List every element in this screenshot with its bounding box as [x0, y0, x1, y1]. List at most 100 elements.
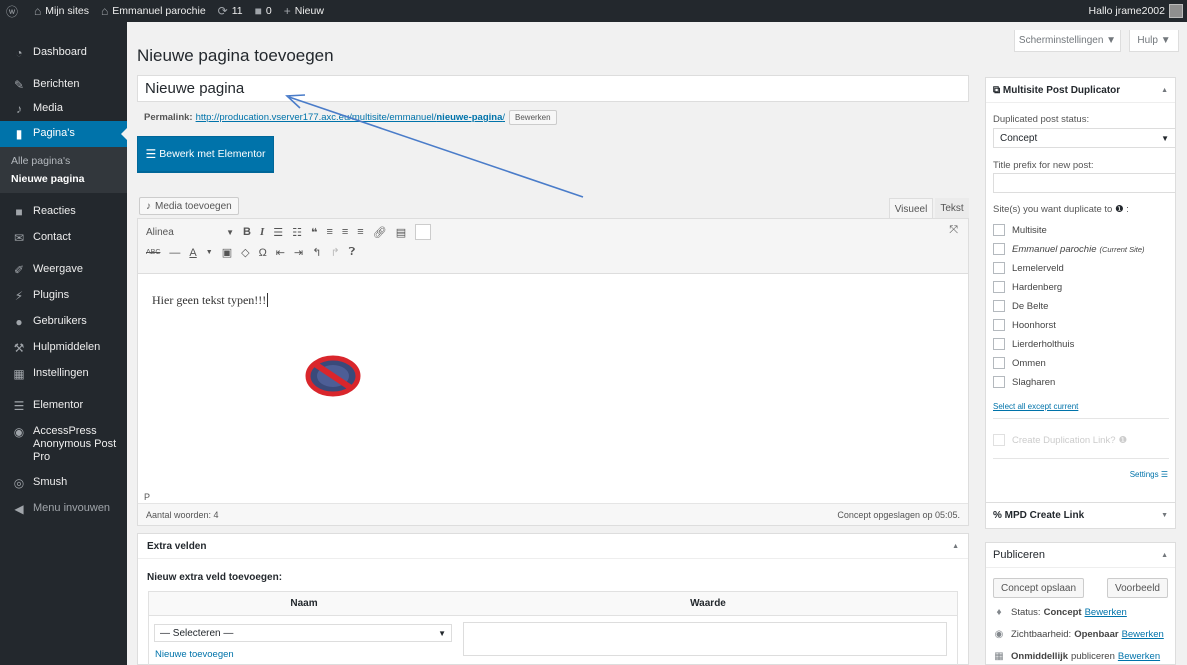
comments-button[interactable]: ■ 0 — [249, 0, 278, 22]
menu-item-tools[interactable]: ⚒ Hulpmiddelen — [0, 341, 127, 355]
collapse-arrow-icon[interactable]: ▲ — [1161, 87, 1168, 94]
align-left-icon[interactable]: ≡ — [326, 226, 332, 238]
site-checkbox-row[interactable]: Lierderholthuis — [993, 338, 1074, 350]
new-content-button[interactable]: + Nieuw — [278, 0, 330, 22]
screen-options-button[interactable]: Scherminstellingen ▼ — [1014, 30, 1121, 52]
my-account-button[interactable]: Hallo jrame2002 — [1089, 4, 1187, 18]
add-media-button[interactable]: ♪ Media toevoegen — [139, 197, 239, 215]
tab-text[interactable]: Tekst — [935, 198, 969, 219]
expand-arrow-icon[interactable]: ▼ — [1161, 512, 1168, 519]
menu-item-smush[interactable]: ◎ Smush — [0, 476, 127, 490]
site-checkbox[interactable] — [993, 338, 1005, 350]
post-status-select[interactable]: Concept ▼ — [993, 128, 1176, 148]
read-more-icon[interactable]: ▤ — [396, 226, 406, 239]
clear-format-icon[interactable]: ◇ — [241, 246, 249, 259]
create-link-checkbox[interactable] — [993, 434, 1005, 446]
indent-icon[interactable]: ⇥ — [294, 246, 303, 259]
site-checkbox-row[interactable]: Emmanuel parochie (Current Site) — [993, 243, 1145, 255]
field-name-select[interactable]: — Selecteren — ▼ — [154, 624, 452, 642]
content-area[interactable]: Hier geen tekst typen!!! — [138, 275, 968, 489]
menu-item-settings[interactable]: ▦ Instellingen — [0, 367, 127, 381]
add-new-field-link[interactable]: Nieuwe toevoegen — [155, 649, 234, 660]
outdent-icon[interactable]: ⇤ — [276, 246, 285, 259]
permalink-link[interactable]: http://producation.vserver177.axc.eu/mul… — [196, 112, 505, 123]
menu-item-accesspress[interactable]: ◉ AccessPress Anonymous Post Pro — [0, 425, 127, 464]
menu-item-elementor[interactable]: ☰ Elementor — [0, 399, 127, 413]
dropdown-arrow-icon[interactable]: ▼ — [206, 249, 213, 256]
link-icon[interactable]: 🔗︎ — [373, 226, 387, 239]
extra-fields-header[interactable]: Extra velden ▲ — [138, 534, 968, 559]
site-checkbox-row[interactable]: Slagharen — [993, 376, 1055, 388]
horizontal-line-icon[interactable]: — — [169, 247, 180, 259]
schedule-edit-link[interactable]: Bewerken — [1118, 651, 1160, 662]
mpd-settings-link[interactable]: Settings ☰ — [1130, 470, 1168, 479]
save-draft-button[interactable]: Concept opslaan — [993, 578, 1085, 598]
status-edit-link[interactable]: Bewerken — [1085, 607, 1127, 618]
color-swatch[interactable] — [415, 224, 432, 240]
site-checkbox-row[interactable]: Lemelerveld — [993, 262, 1064, 274]
site-checkbox[interactable] — [993, 281, 1005, 293]
updates-button[interactable]: ⟳ 11 — [212, 0, 249, 22]
special-char-icon[interactable]: Ω — [259, 247, 267, 259]
site-checkbox[interactable] — [993, 300, 1005, 312]
paste-text-icon[interactable]: ▣ — [222, 246, 232, 259]
submenu-new-page[interactable]: Nieuwe pagina — [0, 170, 127, 188]
visibility-edit-link[interactable]: Bewerken — [1122, 629, 1164, 640]
collapse-arrow-icon[interactable]: ▲ — [1161, 552, 1168, 559]
menu-collapse-button[interactable]: ◀ Menu invouwen — [0, 502, 127, 516]
bullet-list-icon[interactable]: ☰ — [273, 226, 283, 239]
menu-item-pages[interactable]: ▮ Pagina's — [0, 121, 127, 147]
permalink-edit-button[interactable]: Bewerken — [509, 110, 557, 125]
site-checkbox[interactable] — [993, 243, 1005, 255]
site-name-button[interactable]: ⌂ Emmanuel parochie — [95, 0, 212, 22]
menu-item-dashboard[interactable]: ◔ Dashboard — [0, 46, 127, 60]
align-right-icon[interactable]: ≡ — [357, 226, 363, 238]
site-checkbox[interactable] — [993, 262, 1005, 274]
site-checkbox-row[interactable]: Hardenberg — [993, 281, 1062, 293]
select-all-link[interactable]: Select all except current — [993, 402, 1078, 411]
collapse-arrow-icon[interactable]: ▲ — [952, 543, 959, 550]
site-checkbox-row[interactable]: De Belte — [993, 300, 1048, 312]
numbered-list-icon[interactable]: ☷ — [292, 226, 302, 239]
strikethrough-icon[interactable]: ABC — [146, 249, 160, 256]
align-center-icon[interactable]: ≡ — [342, 226, 348, 238]
site-checkbox-row[interactable]: Multisite — [993, 224, 1047, 236]
site-checkbox[interactable] — [993, 224, 1005, 236]
text-color-icon[interactable]: A — [189, 247, 196, 259]
bold-icon[interactable]: B — [243, 226, 251, 238]
wordpress-logo-button[interactable]: ⓦ — [0, 0, 28, 22]
blockquote-icon[interactable]: ❝ — [311, 226, 317, 239]
mpd-create-header[interactable]: % MPD Create Link ▼ — [986, 503, 1175, 528]
site-checkbox[interactable] — [993, 357, 1005, 369]
help-icon[interactable]: ❓︎ — [349, 246, 356, 259]
site-checkbox[interactable] — [993, 376, 1005, 388]
preview-button[interactable]: Voorbeeld — [1106, 578, 1168, 598]
tab-visual[interactable]: Visueel — [889, 198, 933, 219]
redo-icon[interactable]: ↱ — [330, 246, 339, 259]
edit-with-elementor-button[interactable]: ☰ Bewerk met Elementor — [137, 136, 274, 172]
my-sites-label: Mijn sites — [45, 5, 90, 17]
submenu-all-pages[interactable]: Alle pagina's — [0, 152, 127, 170]
help-button[interactable]: Hulp ▼ — [1129, 30, 1179, 52]
field-value-textarea[interactable] — [463, 622, 947, 656]
menu-item-contact[interactable]: ✉ Contact — [0, 231, 127, 245]
format-select[interactable]: Alinea ▼ — [146, 224, 234, 240]
menu-item-plugins[interactable]: ⚡ Plugins — [0, 289, 127, 303]
menu-item-comments[interactable]: ■ Reacties — [0, 205, 127, 219]
site-checkbox-row[interactable]: Hoonhorst — [993, 319, 1056, 331]
menu-item-posts[interactable]: ✎ Berichten — [0, 78, 127, 92]
mpd-header[interactable]: ⧉ Multisite Post Duplicator ▲ — [986, 78, 1175, 103]
create-link-checkbox-row[interactable]: Create Duplication Link? ❶ — [993, 434, 1127, 446]
italic-icon[interactable]: I — [260, 226, 264, 238]
site-checkbox-row[interactable]: Ommen — [993, 357, 1046, 369]
title-prefix-input[interactable] — [993, 173, 1176, 193]
title-input[interactable]: Nieuwe pagina — [137, 75, 969, 102]
my-sites-button[interactable]: ⌂ Mijn sites — [28, 0, 95, 22]
fullscreen-icon[interactable]: ⤧ — [949, 224, 958, 237]
menu-item-users[interactable]: ● Gebruikers — [0, 315, 127, 329]
menu-item-media[interactable]: ♪ Media — [0, 102, 127, 116]
menu-item-appearance[interactable]: ✐ Weergave — [0, 263, 127, 277]
undo-icon[interactable]: ↰ — [312, 246, 321, 259]
publish-header[interactable]: Publiceren ▲ — [986, 543, 1175, 568]
site-checkbox[interactable] — [993, 319, 1005, 331]
